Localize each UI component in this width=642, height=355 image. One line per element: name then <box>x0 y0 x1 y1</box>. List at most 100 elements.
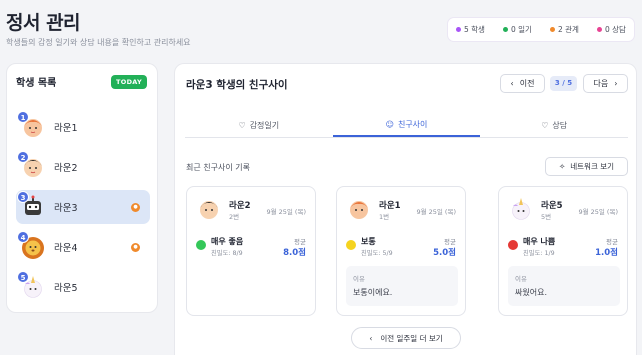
student-list-title: 학생 목록 <box>16 78 57 89</box>
network-icon: ✧ <box>558 162 566 171</box>
record-date: 9월 25일 (목) <box>578 208 618 216</box>
avatar-black-hair-icon <box>200 201 218 219</box>
tab-counseling[interactable]: ♡ 상담 <box>480 114 628 137</box>
average-label: 평균 <box>606 238 618 246</box>
mood-label: 매우 좋음 <box>211 237 244 246</box>
tab-label: 친구사이 <box>397 120 428 129</box>
tab-label: 상담 <box>552 121 568 130</box>
avatar <box>196 196 222 222</box>
friend-name: 라운2 <box>229 201 251 211</box>
average-score: 1.0점 <box>595 248 618 258</box>
network-view-button[interactable]: ✧ 네트워크 보기 <box>545 157 628 176</box>
mood-dot-icon <box>196 240 206 250</box>
stat-label: 5 학생 <box>464 25 485 34</box>
average-score: 8.0점 <box>283 248 306 258</box>
record-date: 9월 25일 (목) <box>266 208 306 216</box>
student-name: 라운1 <box>54 123 78 134</box>
student-number: 5 <box>17 271 29 283</box>
friend-number: 1번 <box>379 213 390 221</box>
avatar: 3 <box>17 191 46 220</box>
mood-label: 매우 나쁨 <box>523 237 556 246</box>
avatar <box>346 196 372 222</box>
average-score: 5.0점 <box>433 248 456 258</box>
student-item-selected[interactable]: 3 라운3 ● <box>16 190 150 224</box>
student-list-panel: 학생 목록 TODAY 1 라운1 2 라운2 3 라운3 ● 4 라운4 ● <box>6 63 158 313</box>
tab-label: 감정일기 <box>249 121 280 130</box>
users-icon: ☺ <box>385 120 394 129</box>
dot-icon <box>456 27 461 32</box>
load-more-label: 이전 일주일 더 보기 <box>380 333 443 343</box>
pager-indicator: 3 / 5 <box>550 76 577 91</box>
alert-badge-icon: ● <box>131 203 140 212</box>
heart-icon: ♡ <box>541 121 549 130</box>
student-item[interactable]: 4 라운4 ● <box>16 230 150 264</box>
avatar <box>508 196 534 222</box>
mood-dot-icon <box>508 240 518 250</box>
avatar-unicorn-icon <box>512 198 530 220</box>
avatar: 2 <box>17 151 46 180</box>
detail-title: 라운3 학생의 친구사이 <box>186 79 288 91</box>
average-label: 평균 <box>444 238 456 246</box>
relation-card[interactable]: 라운5 5번 9월 25일 (목) 매우 나쁨 친밀도: 1/9 평균 1.0점… <box>498 186 628 316</box>
avatar: 4 <box>17 231 46 260</box>
reason-label: 이유 <box>353 275 365 283</box>
dot-icon <box>550 27 555 32</box>
next-label: 다음 <box>593 79 609 88</box>
friend-name: 라운5 <box>541 201 563 211</box>
network-label: 네트워크 보기 <box>570 162 615 171</box>
chevron-right-icon: › <box>614 79 618 88</box>
page-subtitle: 학생들의 감정 일기와 상담 내용을 확인하고 관리하세요 <box>6 38 191 47</box>
stat-students: 5 학생 <box>456 24 485 35</box>
mood-dot-icon <box>346 240 356 250</box>
dot-icon <box>503 27 508 32</box>
student-number: 1 <box>17 111 29 123</box>
student-number: 4 <box>17 231 29 243</box>
chevron-left-icon: ‹ <box>510 79 514 88</box>
dot-icon <box>597 27 602 32</box>
stat-diaries: 0 일기 <box>503 24 532 35</box>
friend-name: 라운1 <box>379 201 401 211</box>
prev-label: 이전 <box>519 79 535 88</box>
reason-text: 싸웠어요. <box>515 288 547 297</box>
friend-number: 2번 <box>229 213 240 221</box>
avatar-orange-hair-icon <box>350 201 368 219</box>
avatar: 5 <box>17 271 46 300</box>
record-date: 9월 25일 (목) <box>416 208 456 216</box>
student-item[interactable]: 2 라운2 <box>16 150 150 184</box>
chevron-left-icon: ‹ <box>369 333 373 343</box>
tab-diary[interactable]: ♡ 감정일기 <box>185 114 333 137</box>
student-item[interactable]: 1 라운1 <box>16 110 150 144</box>
reason-box: 이유 보통이에요. <box>346 266 458 306</box>
next-button[interactable]: 다음 › <box>583 74 628 93</box>
reason-label: 이유 <box>515 275 527 283</box>
today-badge[interactable]: TODAY <box>111 75 147 89</box>
page-title: 정서 관리 <box>6 12 81 34</box>
closeness-value: 친밀도: 1/9 <box>523 250 555 257</box>
closeness-value: 친밀도: 5/9 <box>361 250 393 257</box>
stat-relations: 2 관계 <box>550 24 579 35</box>
student-name: 라운5 <box>54 283 78 294</box>
stat-label: 0 일기 <box>511 25 532 34</box>
stat-counseling: 0 상담 <box>597 24 626 35</box>
section-label: 최근 친구사이 기록 <box>186 163 250 172</box>
tab-bar: ♡ 감정일기 ☺ 친구사이 ♡ 상담 <box>185 114 628 138</box>
alert-badge-icon: ● <box>131 243 140 252</box>
relation-card[interactable]: 라운1 1번 9월 25일 (목) 보통 친밀도: 5/9 평균 5.0점 이유… <box>336 186 466 316</box>
stat-label: 2 관계 <box>558 25 579 34</box>
heart-icon: ♡ <box>238 121 246 130</box>
reason-box: 이유 싸웠어요. <box>508 266 620 306</box>
student-item[interactable]: 5 라운5 <box>16 270 150 304</box>
tab-friends[interactable]: ☺ 친구사이 <box>332 114 481 137</box>
student-name: 라운2 <box>54 163 78 174</box>
mood-label: 보통 <box>361 237 376 246</box>
relation-card[interactable]: 라운2 2번 9월 25일 (목) 매우 좋음 친밀도: 8/9 평균 8.0점 <box>186 186 316 316</box>
load-more-button[interactable]: ‹ 이전 일주일 더 보기 <box>351 327 461 349</box>
closeness-value: 친밀도: 8/9 <box>211 250 243 257</box>
prev-button[interactable]: ‹ 이전 <box>500 74 545 93</box>
friend-number: 5번 <box>541 213 552 221</box>
student-name: 라운4 <box>54 243 78 254</box>
stat-label: 0 상담 <box>605 25 626 34</box>
reason-text: 보통이에요. <box>353 288 393 297</box>
student-name: 라운3 <box>54 203 78 214</box>
student-number: 2 <box>17 151 29 163</box>
